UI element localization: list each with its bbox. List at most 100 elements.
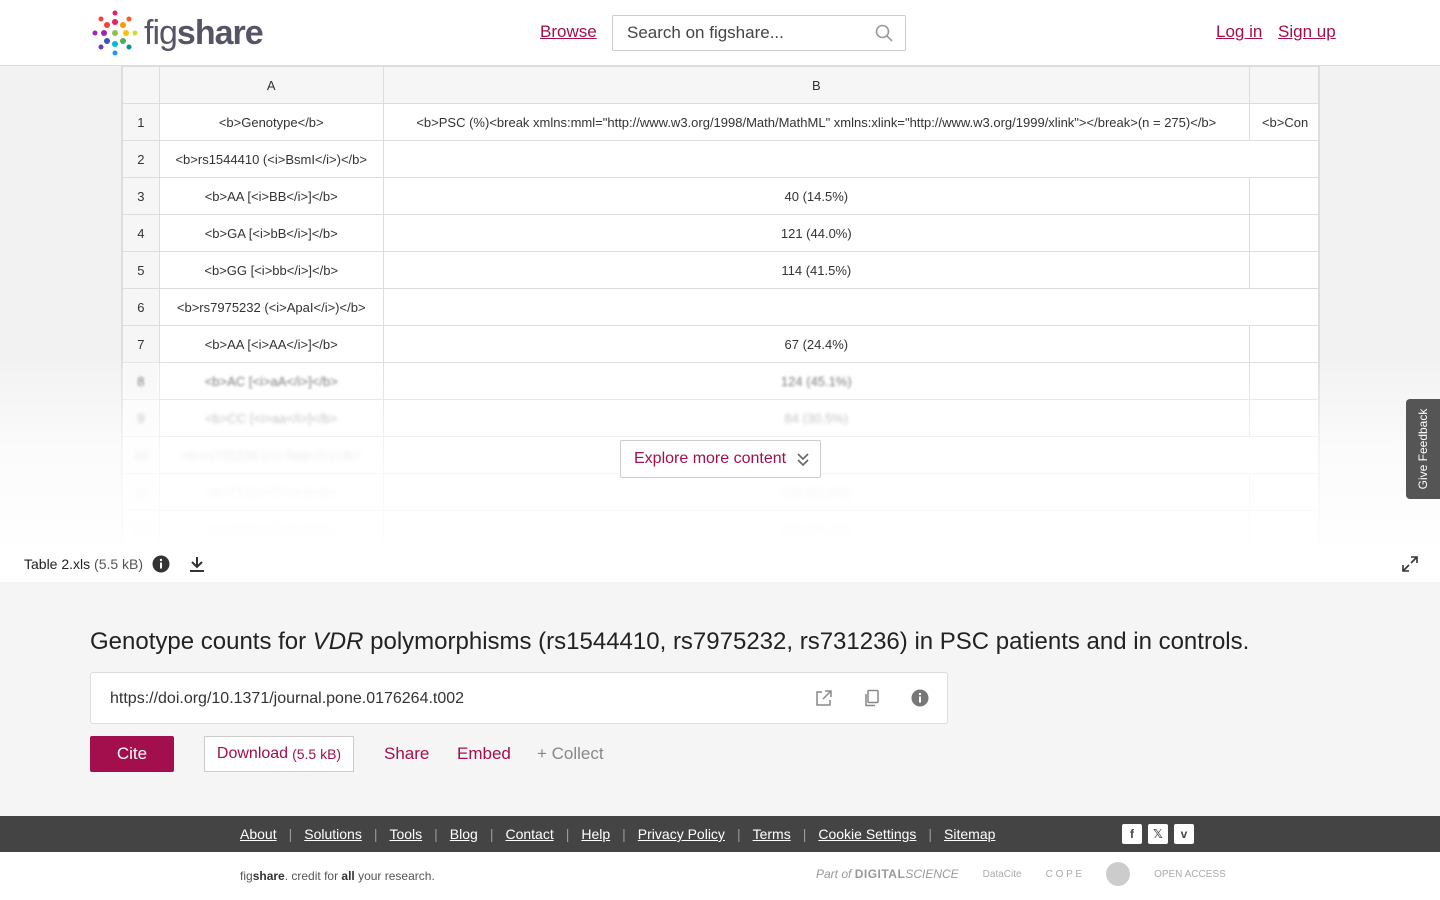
footer-link-contact[interactable]: Contact xyxy=(505,826,553,842)
cell-c: <b>Con xyxy=(1248,103,1319,141)
row-number: 6 xyxy=(122,288,160,326)
table-row: 4 <b>GA [<i>bB</i>]</b> 121 (44.0%) xyxy=(122,214,1319,252)
footer-credit: figshare. credit for all your research. xyxy=(240,869,435,883)
digital-science-logo[interactable]: Part of DIGITALSCIENCE xyxy=(816,867,959,881)
cell-c xyxy=(1248,362,1319,400)
signup-link[interactable]: Sign up xyxy=(1278,22,1336,42)
file-size: (5.5 kB) xyxy=(94,556,144,572)
table-row: 12 <b>CT [<i>Tt</i>]</b> 124 (45.1%) xyxy=(122,510,1319,546)
facebook-icon[interactable]: f xyxy=(1122,824,1142,844)
seal-logo-icon[interactable] xyxy=(1106,862,1131,886)
column-header-c xyxy=(1248,66,1319,104)
cell-b: 40 (14.5%) xyxy=(382,177,1250,215)
collect-link[interactable]: + Collect xyxy=(537,744,604,764)
figshare-logo-text: figshare xyxy=(144,13,264,52)
cell-a: <b>GG [<i>bb</i>]</b> xyxy=(158,251,384,289)
page-title: Genotype counts for VDR polymorphisms (r… xyxy=(90,628,1250,655)
footer-separator: | xyxy=(736,826,741,842)
footer-bottom: figshare. credit for all your research. … xyxy=(0,852,1440,900)
footer-link-privacy[interactable]: Privacy Policy xyxy=(638,826,725,842)
double-chevron-down-icon xyxy=(797,453,809,467)
cell-b: 124 (45.1%) xyxy=(382,362,1250,400)
cell-b: 115 (41.8%) xyxy=(382,473,1250,511)
site-header: figshare Browse Log in Sign up xyxy=(0,0,1440,66)
row-number: 8 xyxy=(122,362,160,400)
open-access-logo[interactable]: OPEN ACCESS xyxy=(1154,869,1226,880)
table-row: 1 <b>Genotype</b> <b>PSC (%)<break xmlns… xyxy=(122,103,1319,141)
cell-a: <b>CT [<i>Tt</i>]</b> xyxy=(158,510,384,546)
cell-c xyxy=(1248,177,1319,215)
download-button[interactable]: Download (5.5 kB) xyxy=(204,736,354,772)
item-details: Genotype counts for VDR polymorphisms (r… xyxy=(0,582,1440,816)
footer-separator: | xyxy=(288,826,293,842)
cell-b: 121 (44.0%) xyxy=(382,214,1250,252)
give-feedback-tab[interactable]: Give Feedback xyxy=(1406,399,1440,499)
search-box xyxy=(612,15,906,51)
cell-a: <b>CC [<i>aa</i>]</b> xyxy=(158,399,384,437)
corner-header-cell xyxy=(122,66,160,104)
table-row: 8 <b>AC [<i>aA</i>]</b> 124 (45.1%) xyxy=(122,362,1319,400)
cell-a: <b>TT [<i>TT</i>]</b> xyxy=(158,473,384,511)
embed-link[interactable]: Embed xyxy=(457,744,511,764)
cell-b xyxy=(382,288,1319,326)
download-icon[interactable] xyxy=(188,555,206,573)
external-link-icon[interactable] xyxy=(815,689,833,707)
login-link[interactable]: Log in xyxy=(1216,22,1262,42)
column-header-b: B xyxy=(382,66,1250,104)
file-info-icon[interactable] xyxy=(152,555,170,573)
cell-a: <b>rs1544410 (<i>BsmI</i>)</b> xyxy=(158,140,384,178)
footer-link-help[interactable]: Help xyxy=(581,826,610,842)
doi-box: https://doi.org/10.1371/journal.pone.017… xyxy=(90,672,948,724)
footer-separator: | xyxy=(434,826,438,842)
cell-a: <b>GA [<i>bB</i>]</b> xyxy=(158,214,384,252)
table-row: 6 <b>rs7975232 (<i>ApaI</i>)</b> xyxy=(122,288,1319,326)
row-number: 12 xyxy=(122,510,160,546)
doi-text[interactable]: https://doi.org/10.1371/journal.pone.017… xyxy=(110,690,464,708)
cell-b: <b>PSC (%)<break xmlns:mml="http://www.w… xyxy=(382,103,1250,141)
footer-separator: | xyxy=(489,826,494,842)
search-icon[interactable] xyxy=(875,24,893,42)
footer-link-blog[interactable]: Blog xyxy=(450,826,478,842)
cell-b xyxy=(382,436,1319,474)
footer-nav: About | Solutions | Tools | Blog | Contact | … xyxy=(0,816,1440,852)
cope-logo[interactable]: C O P E xyxy=(1046,869,1083,880)
footer-link-about[interactable]: About xyxy=(240,826,277,842)
footer-link-cookie-settings[interactable]: Cookie Settings xyxy=(818,826,916,842)
datacite-logo[interactable]: DataCite xyxy=(983,869,1022,880)
cell-a: <b>AC [<i>aA</i>]</b> xyxy=(158,362,384,400)
row-number: 5 xyxy=(122,251,160,289)
doi-info-icon[interactable] xyxy=(911,689,929,707)
cite-button[interactable]: Cite xyxy=(90,736,174,772)
cell-b: 84 (30.5%) xyxy=(382,399,1250,437)
footer-separator: | xyxy=(802,826,807,842)
cell-c xyxy=(1248,473,1319,511)
footer-separator: | xyxy=(373,826,378,842)
cell-a: <b>Genotype</b> xyxy=(158,103,384,141)
explore-more-button[interactable]: Explore more content xyxy=(620,440,821,478)
table-row: 11 <b>TT [<i>TT</i>]</b> 115 (41.8%) xyxy=(122,473,1319,511)
file-preview: A B 1 <b>Genotype</b> <b>PSC (%)<break x… xyxy=(0,66,1440,546)
footer-link-tools[interactable]: Tools xyxy=(389,826,422,842)
table-row: 2 <b>rs1544410 (<i>BsmI</i>)</b> xyxy=(122,140,1319,178)
row-number: 9 xyxy=(122,399,160,437)
cell-c xyxy=(1248,214,1319,252)
fullscreen-expand-icon[interactable] xyxy=(1402,556,1418,572)
vimeo-icon[interactable]: v xyxy=(1174,824,1194,844)
browse-link[interactable]: Browse xyxy=(540,22,597,42)
table-row: 5 <b>GG [<i>bb</i>]</b> 114 (41.5%) xyxy=(122,251,1319,289)
copy-icon[interactable] xyxy=(863,689,881,707)
footer-link-solutions[interactable]: Solutions xyxy=(304,826,362,842)
footer-link-sitemap[interactable]: Sitemap xyxy=(944,826,995,842)
cell-c xyxy=(1248,510,1319,546)
cell-a: <b>AA [<i>AA</i>]</b> xyxy=(158,325,384,363)
share-link[interactable]: Share xyxy=(384,744,429,764)
search-input[interactable] xyxy=(613,16,863,50)
figshare-logo[interactable]: figshare xyxy=(90,8,264,58)
table-row: 7 <b>AA [<i>AA</i>]</b> 67 (24.4%) xyxy=(122,325,1319,363)
footer-link-terms[interactable]: Terms xyxy=(753,826,791,842)
explore-more-label: Explore more content xyxy=(634,450,787,467)
file-name: Table 2.xls (5.5 kB) xyxy=(24,556,144,572)
row-number: 7 xyxy=(122,325,160,363)
x-twitter-icon[interactable]: 𝕏 xyxy=(1148,824,1168,844)
download-label: Download xyxy=(216,745,289,762)
